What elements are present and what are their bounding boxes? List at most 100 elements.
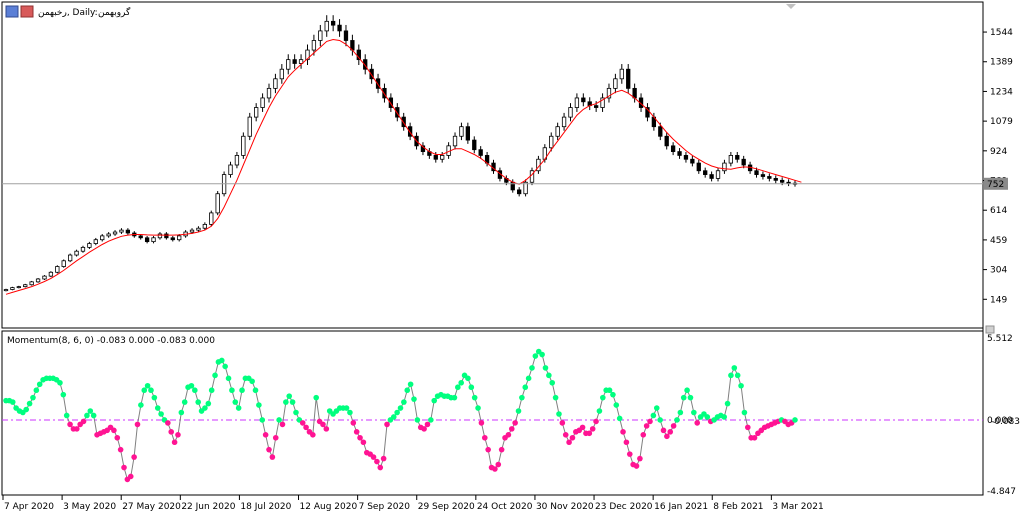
candle-body bbox=[209, 212, 214, 225]
candle-body bbox=[465, 126, 471, 141]
chart-timeframe-label: رخبهمن, Daily: bbox=[38, 8, 98, 18]
momentum-point bbox=[643, 423, 650, 429]
candle-body bbox=[151, 237, 156, 243]
candle-body bbox=[330, 20, 336, 26]
momentum-point bbox=[579, 424, 586, 431]
momentum-point bbox=[165, 420, 171, 426]
momentum-point bbox=[738, 382, 744, 389]
momentum-point bbox=[168, 429, 175, 435]
momentum-point bbox=[380, 455, 387, 462]
momentum-point bbox=[505, 432, 512, 438]
momentum-point bbox=[515, 408, 522, 414]
candle-body bbox=[100, 235, 105, 241]
candle-body bbox=[279, 68, 284, 80]
chart-type-icon[interactable] bbox=[20, 5, 34, 18]
candle-body bbox=[157, 233, 163, 239]
momentum-point bbox=[293, 409, 299, 416]
candle-body bbox=[164, 233, 169, 239]
momentum-point bbox=[657, 417, 663, 423]
window-menu-icon[interactable] bbox=[5, 5, 19, 18]
momentum-point bbox=[529, 365, 535, 371]
candle-body bbox=[138, 235, 143, 239]
momentum-point bbox=[428, 417, 434, 423]
candle-body bbox=[324, 20, 329, 32]
momentum-point bbox=[235, 405, 242, 411]
momentum-point bbox=[471, 394, 478, 401]
price-axis-label: 614 bbox=[990, 206, 1007, 216]
candle-body bbox=[260, 97, 265, 108]
price-axis-label: 924 bbox=[990, 147, 1007, 157]
momentum-point bbox=[542, 365, 549, 371]
momentum-point bbox=[508, 426, 515, 432]
price-axis-label: 149 bbox=[990, 295, 1007, 305]
time-axis-label: 24 Oct 2020 bbox=[477, 502, 533, 512]
momentum-point bbox=[647, 418, 653, 425]
candle-body bbox=[55, 266, 60, 273]
momentum-point bbox=[569, 434, 576, 441]
momentum-point bbox=[188, 382, 195, 389]
momentum-point bbox=[677, 409, 684, 416]
momentum-point bbox=[23, 406, 30, 413]
momentum-point bbox=[212, 372, 218, 379]
price-axis-label: 1234 bbox=[990, 87, 1013, 97]
candle-body bbox=[215, 193, 220, 214]
candle-body bbox=[715, 170, 721, 179]
time-axis-label: 7 Apr 2020 bbox=[4, 502, 54, 512]
momentum-point bbox=[63, 412, 70, 419]
momentum-point bbox=[411, 396, 417, 402]
candle-body bbox=[696, 162, 701, 172]
candle-body bbox=[626, 68, 631, 89]
time-axis-label: 29 Sep 2020 bbox=[418, 502, 475, 512]
momentum-point bbox=[286, 393, 293, 399]
momentum-point bbox=[606, 387, 613, 394]
momentum-point bbox=[283, 399, 289, 405]
momentum-point bbox=[127, 473, 134, 480]
indicator-bottom-label: -4.847 bbox=[987, 487, 1016, 497]
momentum-point bbox=[262, 432, 269, 438]
momentum-point bbox=[384, 421, 390, 428]
momentum-point bbox=[178, 409, 185, 416]
momentum-point bbox=[404, 387, 411, 394]
momentum-point bbox=[407, 381, 414, 388]
candle-body bbox=[112, 231, 118, 235]
momentum-point bbox=[33, 387, 40, 394]
momentum-point bbox=[728, 372, 734, 379]
momentum-point bbox=[117, 446, 124, 453]
candle-body bbox=[581, 97, 586, 103]
candle-body bbox=[106, 233, 111, 237]
momentum-point bbox=[498, 446, 505, 453]
momentum-point bbox=[154, 405, 161, 411]
candle-body bbox=[189, 229, 195, 233]
time-axis-label: 27 May 2020 bbox=[122, 502, 181, 512]
candle-body bbox=[3, 289, 9, 292]
momentum-point bbox=[313, 394, 320, 401]
momentum-point bbox=[610, 391, 616, 398]
momentum-point bbox=[792, 417, 798, 423]
momentum-point bbox=[229, 387, 235, 394]
candle-body bbox=[87, 243, 92, 248]
momentum-point bbox=[475, 405, 481, 411]
candle-body bbox=[440, 155, 445, 160]
momentum-point bbox=[674, 417, 680, 423]
indicator-settings-icon[interactable] bbox=[985, 325, 995, 334]
current-price-label: 752 bbox=[987, 180, 1004, 190]
candle-body bbox=[247, 116, 252, 137]
momentum-point bbox=[111, 427, 117, 434]
momentum-point bbox=[522, 384, 529, 391]
momentum-point bbox=[222, 363, 228, 370]
momentum-point bbox=[593, 418, 599, 425]
momentum-point bbox=[320, 421, 326, 428]
momentum-point bbox=[492, 466, 498, 472]
momentum-point bbox=[26, 400, 33, 407]
momentum-point bbox=[589, 426, 596, 432]
momentum-point bbox=[556, 411, 562, 417]
momentum-point bbox=[239, 387, 245, 394]
momentum-point bbox=[171, 439, 178, 446]
price-axis-label: 459 bbox=[990, 236, 1007, 246]
candle-body bbox=[273, 78, 278, 89]
momentum-point bbox=[256, 402, 262, 408]
momentum-point bbox=[276, 417, 282, 423]
momentum-point bbox=[485, 446, 491, 453]
momentum-point bbox=[114, 434, 121, 441]
candle-body bbox=[35, 278, 41, 283]
